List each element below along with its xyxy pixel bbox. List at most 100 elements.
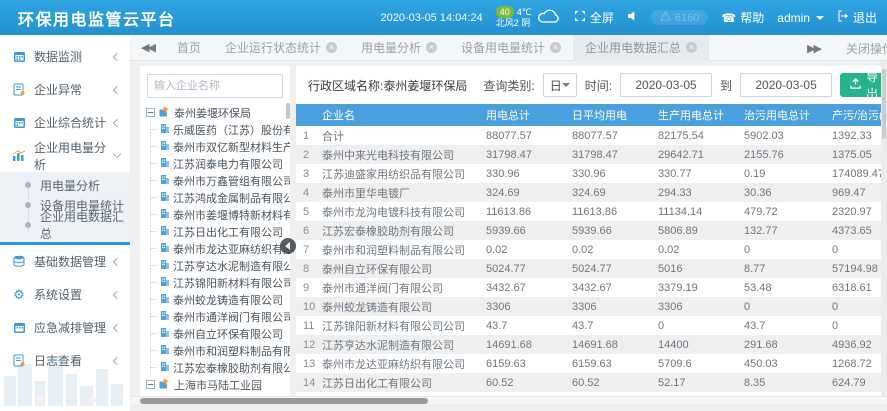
submenu-item-power-analysis[interactable]: 用电量分析 xyxy=(0,175,130,195)
row-index: 3 xyxy=(296,168,322,180)
tree-node-company[interactable]: 泰州市通洋阀门有限公司 xyxy=(151,308,290,325)
fullscreen-icon xyxy=(574,10,586,25)
sidebar-item-data-monitoring[interactable]: 数据监测 xyxy=(0,40,130,73)
row-index: 13 xyxy=(296,358,322,370)
sidebar-item-enterprise-stats[interactable]: 企业综合统计 xyxy=(0,106,130,139)
tab-power-analysis[interactable]: 用电量分析 xyxy=(349,35,449,61)
horizontal-scrollbar-thumb[interactable] xyxy=(140,398,428,404)
tree-node-company[interactable]: 江苏宏泰橡胶助剂有限公司 xyxy=(151,359,290,376)
tab-close-icon[interactable] xyxy=(326,42,337,53)
enterprise-tree-panel: 泰州姜堰环保局 乐威医药（江苏）股份有限公司 xyxy=(140,66,290,396)
pollution-control-power-cell: 53.48 xyxy=(744,282,832,294)
ratio-cell: 969.47 xyxy=(832,187,887,199)
tree-node-company[interactable]: 泰州市和润塑料制品有限公司 xyxy=(151,342,290,359)
logout-button[interactable]: 退出 xyxy=(837,9,877,26)
ratio-cell: 2320.97 xyxy=(832,206,887,218)
table-row[interactable]: 9 泰州市通洋阀门有限公司 3432.67 3432.67 3379.19 53… xyxy=(296,278,887,297)
sidebar-item-system-settings[interactable]: ⚙ 系统设置 xyxy=(0,278,130,311)
close-operations-dropdown[interactable]: 关闭操作 xyxy=(846,40,887,57)
tab-close-icon[interactable] xyxy=(550,42,561,53)
company-name-cell: 江苏宏泰橡胶助剂有限公司 xyxy=(322,223,486,239)
tab-close-icon[interactable] xyxy=(686,42,697,53)
tree-node-company[interactable]: 乐威医药（江苏）股份有限公司 xyxy=(151,121,290,138)
daily-avg-power-cell: 88077.57 xyxy=(572,130,658,142)
help-button[interactable]: ☎ 帮助 xyxy=(721,9,764,26)
building-icon xyxy=(160,242,170,256)
table-row[interactable]: 14 江苏日出化工有限公司 60.52 60.52 52.17 8.35 624… xyxy=(296,373,887,392)
table-row[interactable]: 5 泰州市龙沟电镀科技有限公司 11613.86 11613.86 11134.… xyxy=(296,202,887,221)
scroll-tabs-right-icon[interactable]: ▶▶ xyxy=(796,42,831,55)
panel-collapse-button[interactable] xyxy=(280,238,296,254)
chevron-down-icon xyxy=(113,150,121,158)
building-icon xyxy=(160,174,170,188)
tab-enterprise-power-summary[interactable]: 企业用电数据汇总 xyxy=(573,35,709,61)
query-type-select[interactable]: 日 xyxy=(543,73,577,97)
production-power-cell: 330.77 xyxy=(658,168,744,180)
sound-toggle-button[interactable] xyxy=(627,10,638,25)
table-row[interactable]: 8 泰州自立环保有限公司 5024.77 5024.77 5016 8.77 5… xyxy=(296,259,887,278)
table-row[interactable]: 2 泰州中来光电科技有限公司 31798.47 31798.47 29642.7… xyxy=(296,145,887,164)
collapse-node-icon[interactable] xyxy=(146,108,155,117)
row-index: 11 xyxy=(296,320,322,332)
production-power-cell: 0 xyxy=(658,320,744,332)
table-row[interactable]: 4 泰州市里华电镀厂 324.69 324.69 294.33 30.36 96… xyxy=(296,183,887,202)
table-row[interactable]: 10 泰州蛟龙铸造有限公司 3306 3306 3306 0 0 xyxy=(296,297,887,316)
phone-icon: ☎ xyxy=(721,11,736,25)
user-menu[interactable]: admin xyxy=(777,11,824,25)
tree-node-company[interactable]: 泰州蛟龙铸造有限公司 xyxy=(151,291,290,308)
tab-bar: ◀◀ 首页 企业运行状态统计 用电量分析 设备用电量统计 企业用电数据汇总 ▶▶… xyxy=(130,35,887,61)
tree-node-company[interactable]: 泰州市万鑫管组有限公司 xyxy=(151,172,290,189)
collapse-node-icon[interactable] xyxy=(146,380,155,389)
table-row[interactable]: 11 江苏锦阳新材料有限公司公司 43.7 43.7 0 43.7 0 xyxy=(296,316,887,335)
building-icon xyxy=(160,327,170,341)
building-icon xyxy=(160,310,170,324)
weather-widget: 40 4℃ 北风2 阴 xyxy=(496,6,561,29)
tree-node-company[interactable]: 江苏鸿成金属制品有限公司 xyxy=(151,189,290,206)
vertical-scrollbar-thumb[interactable] xyxy=(882,69,886,139)
table-row[interactable]: 6 江苏宏泰橡胶助剂有限公司 5939.66 5939.66 5806.89 1… xyxy=(296,221,887,240)
pollution-control-power-cell: 0 xyxy=(744,301,832,313)
tree-node-company[interactable]: 江苏日出化工有限公司 xyxy=(151,223,290,240)
ratio-cell: 1392.33 xyxy=(832,130,887,142)
tree-root-jiangyan-epb[interactable]: 泰州姜堰环保局 xyxy=(146,104,290,121)
sidebar-item-base-data[interactable]: 基础数据管理 xyxy=(0,245,130,278)
date-from-input[interactable] xyxy=(620,73,712,97)
export-button[interactable]: 导出 xyxy=(840,73,887,97)
table-row[interactable]: 7 泰州市和润塑料制品有限公司 0.02 0.02 0.02 0 0 xyxy=(296,240,887,259)
table-row[interactable]: 13 泰州市龙达亚麻纺织有限公司 6159.63 6159.63 5709.6 … xyxy=(296,354,887,373)
table-row[interactable]: 1 合计 88077.57 88077.57 82175.54 5902.03 … xyxy=(296,126,887,145)
date-to-input[interactable] xyxy=(740,73,832,97)
fullscreen-button[interactable]: 全屏 xyxy=(574,9,614,26)
vertical-scrollbar[interactable] xyxy=(881,61,887,404)
tree-root-malu-park[interactable]: 上海市马陆工业园 xyxy=(146,376,290,393)
tree-node-company[interactable]: 泰州市双亿新型材料生产有限公司 xyxy=(151,138,290,155)
calendar-icon xyxy=(12,50,26,63)
table-row[interactable]: 12 江苏亨达水泥制造有限公司 14691.68 14691.68 14400 … xyxy=(296,335,887,354)
horizontal-scrollbar[interactable] xyxy=(130,396,887,404)
tree-node-company[interactable]: 泰州市龙达亚麻纺织有限公司 xyxy=(151,240,290,257)
alert-count-badge[interactable]: 6160 xyxy=(651,10,708,25)
tree-node-company[interactable]: 泰州市姜堰博特新材料有限公司 xyxy=(151,206,290,223)
submenu-item-enterprise-power-summary[interactable]: 企业用电数据汇总 xyxy=(0,215,130,235)
scroll-tabs-left-icon[interactable]: ◀◀ xyxy=(130,41,165,54)
tree-node-company[interactable]: 江苏锦阳新材料有限公司公司 xyxy=(151,274,290,291)
pollution-control-power-cell: 479.72 xyxy=(744,206,832,218)
company-name-cell: 泰州市龙达亚麻纺织有限公司 xyxy=(322,356,486,372)
enterprise-search-input[interactable] xyxy=(147,74,283,98)
tab-close-icon[interactable] xyxy=(426,42,437,53)
production-power-cell: 3379.19 xyxy=(658,282,744,294)
table-row[interactable]: 3 江苏迪盛家用纺织品有限公司 330.96 330.96 330.77 0.1… xyxy=(296,164,887,183)
sidebar-item-enterprise-abnormal[interactable]: 企业异常 xyxy=(0,73,130,106)
tree-node-company[interactable]: 江苏亨达水泥制造有限公司 xyxy=(151,257,290,274)
gear-icon: ⚙ xyxy=(12,288,26,301)
building-icon xyxy=(160,157,170,171)
tab-enterprise-status[interactable]: 企业运行状态统计 xyxy=(213,35,349,61)
tab-device-power-stats[interactable]: 设备用电量统计 xyxy=(449,35,573,61)
sidebar-item-power-analysis[interactable]: 企业用电量分析 xyxy=(0,139,130,172)
tab-home[interactable]: 首页 xyxy=(165,35,213,61)
tree-scrollbar-thumb[interactable] xyxy=(286,103,290,119)
pollution-control-power-cell: 43.7 xyxy=(744,320,832,332)
tree-node-company[interactable]: 泰州自立环保有限公司 xyxy=(151,325,290,342)
tree-node-company[interactable]: 江苏润泰电力有限公司 xyxy=(151,155,290,172)
daily-avg-power-cell: 5024.77 xyxy=(572,263,658,275)
